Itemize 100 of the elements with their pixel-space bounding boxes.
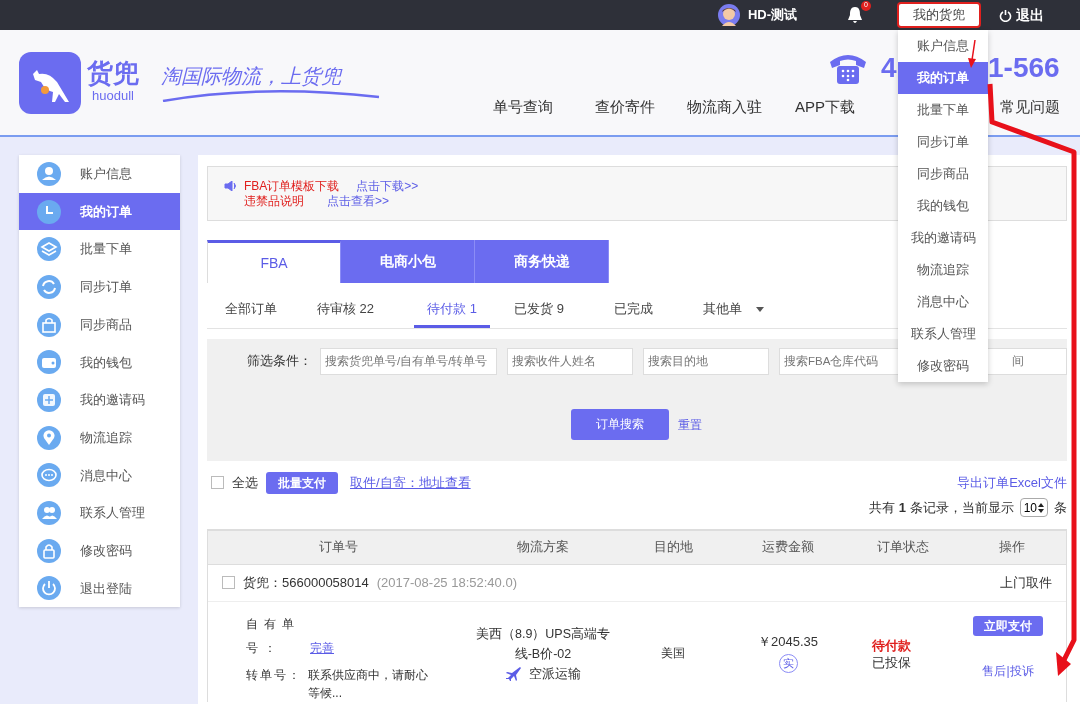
pickup-label: 上门取件 [1000,573,1052,592]
insurance-status: 已投保 [872,654,912,672]
service-tab[interactable]: FBA [207,240,341,283]
sidebar-item[interactable]: 批量下单 [19,230,180,269]
freight-amount: ￥2045.35 [758,632,818,651]
transport-type: 空派运输 [529,665,581,683]
sidebar-item[interactable]: 账户信息 [19,155,180,193]
dropdown-item[interactable]: 同步订单 [898,126,988,158]
search-button[interactable]: 订单搜索 [571,408,669,440]
sidebar-item[interactable]: 物流追踪 [19,418,180,457]
sidebar-item[interactable]: 联系人管理 [19,494,180,532]
pay-now-button[interactable]: 立即支付 [973,615,1043,636]
notice-link[interactable]: 点击下载>> [356,178,419,194]
nav-link[interactable]: 查价寄件 [595,96,655,119]
location-pin-icon [37,425,61,450]
dropdown-item[interactable]: 我的邀请码 [898,222,988,254]
filter-label: 筛选条件： [247,352,312,371]
status-tab[interactable]: 已完成 [613,299,653,328]
dropdown-item[interactable]: 消息中心 [898,286,988,318]
transfer-status: 联系供应商中，请耐心等候... [308,666,428,702]
sidebar-item[interactable]: 同步商品 [19,305,180,344]
kangaroo-logo-icon [19,51,81,114]
select-all-checkbox[interactable] [211,476,224,489]
logo-subtext: huodull [92,87,134,105]
power-icon [37,576,61,601]
notice-text: FBA订单模板下载 [244,178,340,194]
search-field[interactable]: 搜索收件人姓名 [507,347,633,375]
dropdown-item[interactable]: 物流追踪 [898,254,988,286]
record-count: 共有 1 条记录，当前显示 [869,498,1014,517]
wallet-icon [37,350,61,375]
status-tab[interactable]: 待审核 22 [317,299,375,328]
telephone-icon [828,52,868,86]
column-header: 订单号 [317,538,359,557]
airplane-icon [505,665,521,682]
nav-link[interactable]: 单号查询 [493,96,553,119]
batch-pay-button[interactable]: 批量支付 [266,471,338,494]
status-tab[interactable]: 已发货 9 [514,299,564,328]
lock-icon [37,538,61,563]
export-link[interactable]: 导出订单Excel文件 [957,472,1067,493]
own-number-label: 自有单号： [246,615,301,657]
address-link[interactable]: 取件/自寄：地址查看 [350,472,471,493]
column-header: 操作 [998,538,1026,557]
order-checkbox[interactable] [222,576,235,589]
complete-link[interactable]: 完善 [310,635,334,660]
sync-icon [37,274,61,299]
status-tab[interactable]: 待付款 1 [414,299,491,328]
dropdown-item[interactable]: 我的订单 [898,62,988,94]
dropdown-item[interactable]: 联系人管理 [898,318,988,350]
status-tab[interactable]: 全部订单 [225,299,277,328]
bag-icon [37,312,61,337]
status-tab[interactable]: 其他单 [702,299,764,328]
dropdown-item[interactable]: 批量下单 [898,94,988,126]
sidebar-item[interactable]: 同步订单 [19,268,180,306]
nav-link[interactable]: 物流商入驻 [687,96,762,119]
column-header: 运费金额 [761,538,815,557]
search-field[interactable]: 搜索目的地 [643,347,769,375]
reset-link[interactable]: 重置 [678,415,702,440]
column-header: 订单状态 [876,538,930,557]
user-icon [37,161,61,186]
sidebar-item[interactable]: 消息中心 [19,456,180,495]
order-status: 待付款 [872,637,912,655]
notice-text: 违禁品说明 [244,193,304,209]
speaker-icon [224,181,238,191]
avatar-icon [717,4,740,26]
service-tab[interactable]: 电商小包 [341,240,475,283]
select-all-label: 全选 [232,473,258,492]
dropdown-item[interactable]: 我的钱包 [898,190,988,222]
chat-icon [37,463,61,488]
slogan-text: 淘国际物流，上货兜 [161,63,344,88]
transfer-label: 转单号： [246,666,302,684]
sidebar-item[interactable]: 我的钱包 [19,343,180,382]
page-size-select[interactable]: 10 [1019,498,1048,517]
page-unit: 条 [1054,498,1067,517]
notice-link[interactable]: 点击查看>> [327,193,389,209]
dropdown-item[interactable]: 同步商品 [898,158,988,190]
search-field[interactable]: 搜索货兜单号/自有单号/转单号 [320,347,497,375]
destination: 美国 [660,644,686,662]
complaint-link[interactable]: 售后|投诉 [982,661,1034,680]
layers-icon [37,237,61,262]
bell-icon [845,5,865,26]
dropdown-item[interactable]: 账户信息 [898,30,988,62]
sidebar-item[interactable]: 我的邀请码 [19,381,180,419]
clock-icon [37,199,61,224]
column-header: 目的地 [652,538,694,557]
account-menu-button[interactable]: 我的货兜 [897,2,981,28]
stepper-icon [1038,502,1044,513]
invitation-icon [37,387,61,412]
logo-text: 货兜 [87,59,139,86]
nav-link[interactable]: APP下载 [795,96,855,119]
sidebar-item[interactable]: 退出登陆 [19,569,180,608]
service-tab[interactable]: 商务快递 [475,240,609,283]
logout-button[interactable]: 退出 [993,3,1050,27]
phone-number: 4 [881,54,897,82]
sidebar-item[interactable]: 我的订单 [19,192,180,231]
contacts-icon [37,501,61,526]
nav-link[interactable]: 常见问题 [1000,96,1060,119]
user-name: HD-测试 [747,6,797,25]
order-time: (2017-08-25 18:52:40.0) [376,573,517,592]
sidebar-item[interactable]: 修改密码 [19,531,180,570]
caret-icon [755,307,764,313]
